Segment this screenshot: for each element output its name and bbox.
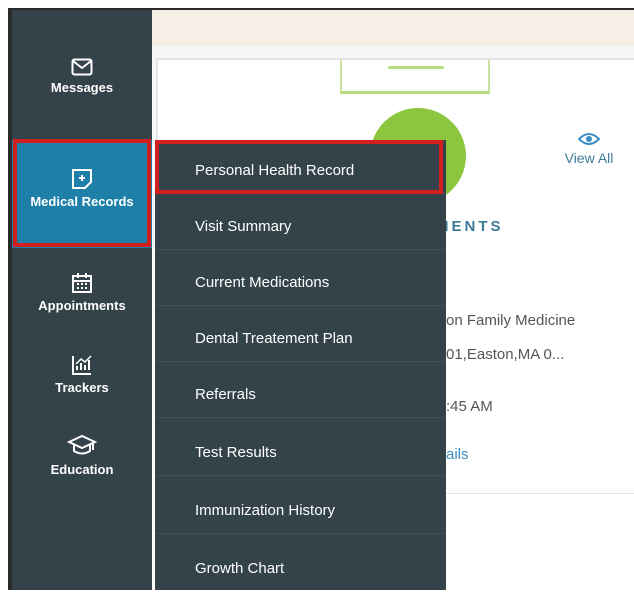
- sidebar-item-label: Education: [50, 462, 114, 477]
- sidebar-item-label: Trackers: [55, 380, 109, 395]
- menu-item-test-results[interactable]: Test Results: [155, 430, 446, 476]
- menu-item-growth-chart[interactable]: Growth Chart: [155, 546, 446, 592]
- sidebar-item-appointments[interactable]: Appointments: [12, 272, 152, 313]
- sidebar: Messages Medical Records Appointments Tr…: [12, 10, 152, 590]
- top-band: [152, 10, 634, 46]
- practice-address: 01,Easton,MA 0...: [446, 346, 565, 363]
- sidebar-item-trackers[interactable]: Trackers: [12, 354, 152, 395]
- details-link[interactable]: ails: [446, 446, 469, 463]
- section-heading: MENTS: [436, 218, 504, 235]
- divider: [446, 493, 634, 494]
- menu-item-highlight: [155, 140, 443, 194]
- appointment-time: :45 AM: [446, 398, 493, 415]
- eye-icon: [578, 133, 600, 145]
- active-item-highlight: [13, 139, 151, 247]
- menu-item-dental-treatment-plan[interactable]: Dental Treatement Plan: [155, 316, 446, 362]
- sidebar-item-label: Messages: [50, 80, 114, 95]
- envelope-icon: [71, 58, 93, 76]
- sidebar-item-messages[interactable]: Messages: [12, 58, 152, 95]
- menu-item-immunization-history[interactable]: Immunization History: [155, 488, 446, 534]
- sidebar-item-label: Appointments: [38, 298, 126, 313]
- view-all-label: View All: [564, 150, 614, 166]
- view-all-link[interactable]: View All: [544, 132, 634, 166]
- menu-item-current-medications[interactable]: Current Medications: [155, 260, 446, 306]
- frame-border: [8, 8, 12, 590]
- menu-item-visit-summary[interactable]: Visit Summary: [155, 204, 446, 250]
- chart-icon: [72, 355, 92, 375]
- practice-name: on Family Medicine: [446, 312, 576, 329]
- sidebar-item-education[interactable]: Education: [12, 434, 152, 477]
- menu-item-referrals[interactable]: Referrals: [155, 372, 446, 418]
- card-tab: [340, 60, 490, 94]
- calendar-icon: [72, 273, 92, 293]
- medical-records-menu: Personal Health Record Visit Summary Cur…: [155, 140, 446, 590]
- graduation-cap-icon: [67, 434, 97, 455]
